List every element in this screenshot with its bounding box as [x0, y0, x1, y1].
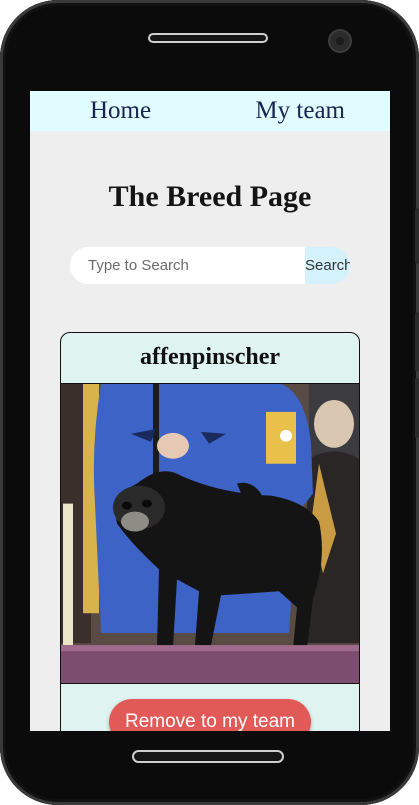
breed-photo — [61, 384, 359, 684]
phone-frame: Home My team The Breed Page Search affen… — [0, 0, 419, 805]
photo-dog-eye — [122, 501, 132, 510]
volume-button — [415, 378, 419, 438]
earpiece-speaker — [148, 33, 268, 43]
top-nav: Home My team — [30, 91, 390, 131]
search-input[interactable] — [70, 247, 305, 284]
breed-card: affenpinscher Remove to my team — [60, 332, 360, 731]
search-bar: Search — [70, 247, 350, 284]
photo-armband-badge — [280, 429, 292, 442]
photo-dog-muzzle — [121, 511, 149, 532]
front-camera — [328, 29, 352, 53]
photo-table-edge — [61, 645, 359, 652]
nav-home-link[interactable]: Home — [90, 97, 151, 125]
photo-handler-hand — [157, 432, 189, 459]
remove-from-team-button[interactable]: Remove to my team — [109, 699, 311, 731]
power-button — [415, 208, 419, 264]
home-button[interactable] — [132, 750, 284, 763]
breed-name: affenpinscher — [61, 333, 359, 384]
photo-spectator-face — [314, 399, 354, 448]
nav-my-team-link[interactable]: My team — [255, 97, 345, 125]
photo-light-post — [63, 503, 73, 654]
page-title: The Breed Page — [108, 180, 312, 213]
app-screen: Home My team The Breed Page Search affen… — [30, 91, 390, 731]
search-button[interactable]: Search — [305, 247, 350, 284]
volume-button — [415, 312, 419, 372]
photo-dog-eye — [142, 499, 152, 508]
